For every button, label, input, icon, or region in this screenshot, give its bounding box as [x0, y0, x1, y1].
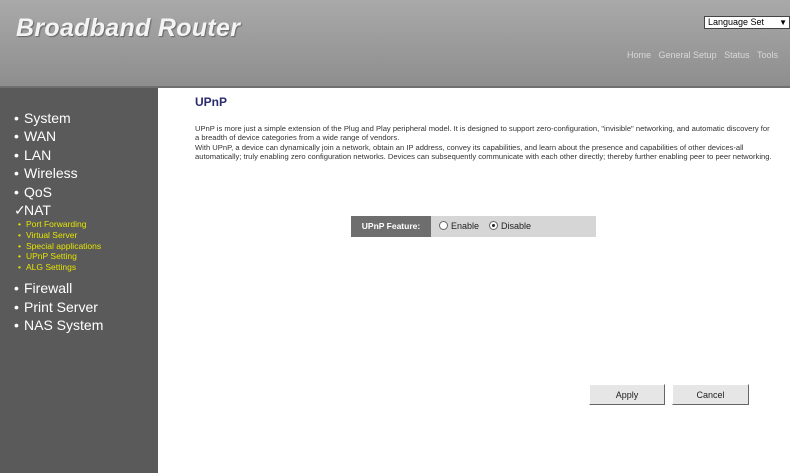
cancel-button[interactable]: Cancel	[672, 384, 749, 405]
bullet-icon: •	[18, 240, 21, 251]
sidebar-item-label: Print Server	[24, 298, 98, 315]
top-link-tools[interactable]: Tools	[757, 50, 778, 60]
top-nav: Home General Setup Status Tools	[627, 50, 783, 60]
language-select[interactable]: Language Set ▼	[704, 16, 790, 29]
page-title: UPnP	[195, 95, 228, 109]
header-banner: Broadband Router Language Set ▼ Home Gen…	[0, 0, 790, 88]
bullet-icon: •	[14, 110, 19, 126]
sidebar-subitem-virtual-server[interactable]: • Virtual Server	[14, 230, 103, 241]
bullet-icon: •	[14, 128, 19, 145]
bullet-icon: •	[14, 280, 19, 297]
sidebar-item-nat[interactable]: ✓NAT	[14, 201, 103, 219]
chevron-down-icon: ▼	[779, 18, 787, 27]
bullet-icon: •	[14, 165, 19, 182]
sidebar-item-label: WAN	[24, 128, 57, 145]
sidebar-item-wan[interactable]: • WAN	[14, 127, 103, 145]
sidebar-subitem-label: Special applications	[26, 240, 102, 251]
sidebar-item-label: NAT	[24, 201, 51, 218]
upnp-disable-radio[interactable]: Disable	[489, 220, 531, 233]
sidebar-item-system[interactable]: • System	[14, 109, 103, 127]
bullet-icon: •	[14, 317, 19, 334]
sidebar-item-lan[interactable]: • LAN	[14, 146, 103, 164]
sidebar-item-label: Wireless	[24, 165, 78, 182]
bullet-icon: •	[18, 261, 21, 272]
bullet-icon: •	[14, 146, 19, 163]
page-description: UPnP is more just a simple extension of …	[195, 124, 775, 161]
sidebar: • System • WAN • LAN • Wireless • QoS ✓NAT • P…	[0, 88, 158, 473]
sidebar-item-label: LAN	[24, 146, 52, 163]
check-icon: ✓	[14, 201, 26, 218]
bullet-icon: •	[18, 229, 21, 240]
sidebar-menu: • System • WAN • LAN • Wireless • QoS ✓NAT • P…	[14, 109, 103, 334]
sidebar-subitem-upnp-setting[interactable]: • UPnP Setting	[14, 251, 103, 262]
radio-on-icon	[489, 221, 498, 230]
radio-label: Enable	[451, 221, 480, 231]
sidebar-item-firewall[interactable]: • Firewall	[14, 279, 103, 297]
sidebar-subitem-label: Virtual Server	[26, 229, 78, 240]
sidebar-subitem-special-applications[interactable]: • Special applications	[14, 241, 103, 252]
description-paragraph: With UPnP, a device can dynamically join…	[195, 142, 772, 161]
bullet-icon: •	[18, 219, 21, 230]
apply-button[interactable]: Apply	[589, 384, 665, 405]
sidebar-item-qos[interactable]: • QoS	[14, 183, 103, 201]
sidebar-item-label: QoS	[24, 183, 53, 200]
sidebar-subitem-label: ALG Settings	[26, 261, 77, 272]
sidebar-item-wireless[interactable]: • Wireless	[14, 164, 103, 182]
main-content: UPnP UPnP is more just a simple extensio…	[158, 88, 790, 473]
sidebar-subitem-alg-settings[interactable]: • ALG Settings	[14, 262, 103, 273]
sidebar-item-label: Firewall	[24, 280, 73, 297]
sidebar-item-label: System	[24, 110, 71, 126]
sidebar-item-label: NAS System	[24, 317, 104, 334]
radio-label: Disable	[501, 221, 532, 231]
sidebar-subitem-port-forwarding[interactable]: • Port Forwarding	[14, 219, 103, 230]
top-link-home[interactable]: Home	[627, 50, 651, 60]
upnp-enable-radio[interactable]: Enable	[439, 220, 479, 233]
sidebar-item-nas-system[interactable]: • NAS System	[14, 316, 103, 334]
sidebar-item-print-server[interactable]: • Print Server	[14, 298, 103, 316]
bullet-icon: •	[18, 251, 21, 262]
radio-off-icon	[439, 221, 448, 230]
brand-title: Broadband Router	[16, 14, 241, 42]
top-link-status[interactable]: Status	[724, 50, 750, 60]
sidebar-subitem-label: Port Forwarding	[26, 219, 87, 230]
top-link-general-setup[interactable]: General Setup	[659, 50, 717, 60]
language-select-value: Language Set	[708, 17, 765, 27]
upnp-feature-row: UPnP Feature: Enable Disable	[351, 216, 596, 237]
bullet-icon: •	[14, 298, 19, 315]
sidebar-subitem-label: UPnP Setting	[26, 251, 77, 262]
bullet-icon: •	[14, 183, 19, 200]
upnp-feature-label: UPnP Feature:	[351, 216, 431, 237]
description-paragraph: UPnP is more just a simple extension of …	[195, 124, 770, 143]
